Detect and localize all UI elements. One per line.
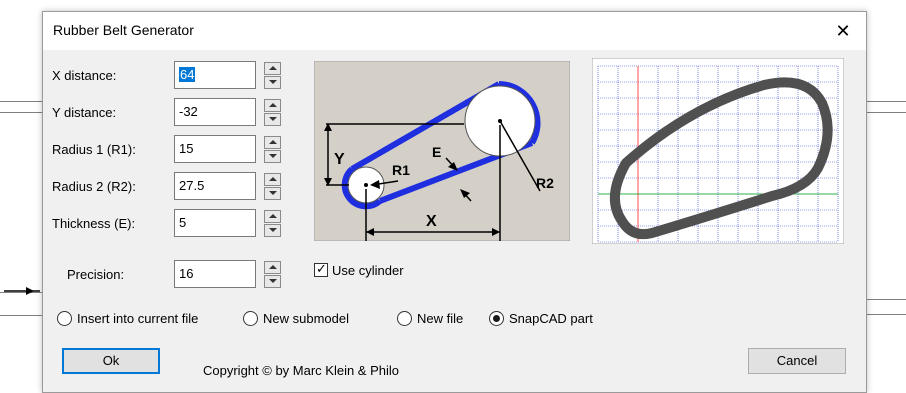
x-distance-input[interactable]: 64 [174, 61, 256, 89]
spin-up-icon[interactable] [264, 62, 281, 75]
title-bar: Rubber Belt Generator ✕ [43, 12, 866, 50]
cancel-button[interactable]: Cancel [748, 348, 846, 374]
preview-svg [591, 57, 845, 245]
x-distance-label: X distance: [52, 68, 117, 83]
belt-diagram-svg: Y X R1 R2 E [313, 60, 571, 243]
diagram-label-x: X [426, 213, 437, 230]
radio-insert-current-file[interactable] [57, 311, 72, 326]
pulley-center [364, 183, 368, 187]
background-line [865, 299, 906, 300]
use-cylinder-label[interactable]: Use cylinder [332, 263, 404, 278]
background-line [0, 101, 42, 102]
y-distance-value: -32 [179, 104, 198, 119]
precision-spinner[interactable] [264, 261, 281, 289]
belt-diagram: Y X R1 R2 E [313, 60, 571, 243]
thickness-label: Thickness (E): [52, 216, 136, 231]
radius1-spinner[interactable] [264, 136, 281, 164]
thickness-spinner[interactable] [264, 210, 281, 238]
background-line [865, 112, 906, 113]
spin-up-icon[interactable] [264, 173, 281, 186]
x-distance-spinner[interactable] [264, 62, 281, 90]
belt-preview [591, 57, 845, 245]
y-distance-label: Y distance: [52, 105, 117, 120]
radius2-label: Radius 2 (R2): [52, 179, 136, 194]
radio-label-new-file[interactable]: New file [417, 311, 463, 326]
background-line [0, 315, 42, 316]
close-button[interactable]: ✕ [826, 16, 860, 46]
radius2-value: 27.5 [179, 178, 205, 193]
spin-down-icon[interactable] [264, 76, 281, 89]
radio-label-snapcad-part[interactable]: SnapCAD part [509, 311, 593, 326]
spin-up-icon[interactable] [264, 99, 281, 112]
radio-snapcad-part[interactable] [489, 311, 504, 326]
diagram-label-y: Y [334, 151, 345, 168]
spin-up-icon[interactable] [264, 210, 281, 223]
spin-down-icon[interactable] [264, 275, 281, 288]
radius1-value: 15 [179, 141, 194, 156]
diagram-label-r2: R2 [536, 175, 554, 191]
diagram-label-e: E [432, 144, 441, 160]
spin-down-icon[interactable] [264, 113, 281, 126]
spin-up-icon[interactable] [264, 261, 281, 274]
use-cylinder-checkbox[interactable]: ✓ [314, 261, 328, 277]
y-distance-spinner[interactable] [264, 99, 281, 127]
spin-down-icon[interactable] [264, 150, 281, 163]
y-distance-input[interactable]: -32 [174, 98, 256, 126]
radio-new-submodel[interactable] [243, 311, 258, 326]
spin-up-icon[interactable] [264, 136, 281, 149]
ok-button-label: Ok [102, 353, 120, 368]
radio-label-new-submodel[interactable]: New submodel [263, 311, 349, 326]
dialog-title: Rubber Belt Generator [53, 22, 194, 38]
thickness-value: 5 [179, 215, 187, 230]
x-distance-value: 64 [179, 67, 196, 82]
ok-button[interactable]: Ok [62, 348, 160, 374]
radio-selected-dot [493, 315, 500, 322]
cancel-button-label: Cancel [776, 353, 818, 368]
background-line [0, 112, 42, 113]
radio-new-file[interactable] [397, 311, 412, 326]
diagram-label-r1: R1 [392, 162, 410, 178]
spin-down-icon[interactable] [264, 187, 281, 200]
diagram-background [313, 60, 571, 242]
precision-label: Precision: [67, 267, 125, 282]
checkmark-icon: ✓ [316, 261, 327, 276]
background-line [865, 101, 906, 102]
rubber-belt-dialog: Rubber Belt Generator ✕ X distance: 64 Y… [42, 11, 867, 393]
radius1-input[interactable]: 15 [174, 135, 256, 163]
background-line [865, 314, 906, 315]
radius2-spinner[interactable] [264, 173, 281, 201]
spin-down-icon[interactable] [264, 224, 281, 237]
radius1-label: Radius 1 (R1): [52, 142, 136, 157]
background-arrow-icon [4, 287, 40, 295]
precision-value: 16 [179, 266, 194, 281]
precision-input[interactable]: 16 [174, 260, 256, 288]
radio-label-insert-current-file[interactable]: Insert into current file [77, 311, 198, 326]
copyright-text: Copyright © by Marc Klein & Philo [203, 363, 399, 378]
thickness-input[interactable]: 5 [174, 209, 256, 237]
radius2-input[interactable]: 27.5 [174, 172, 256, 200]
